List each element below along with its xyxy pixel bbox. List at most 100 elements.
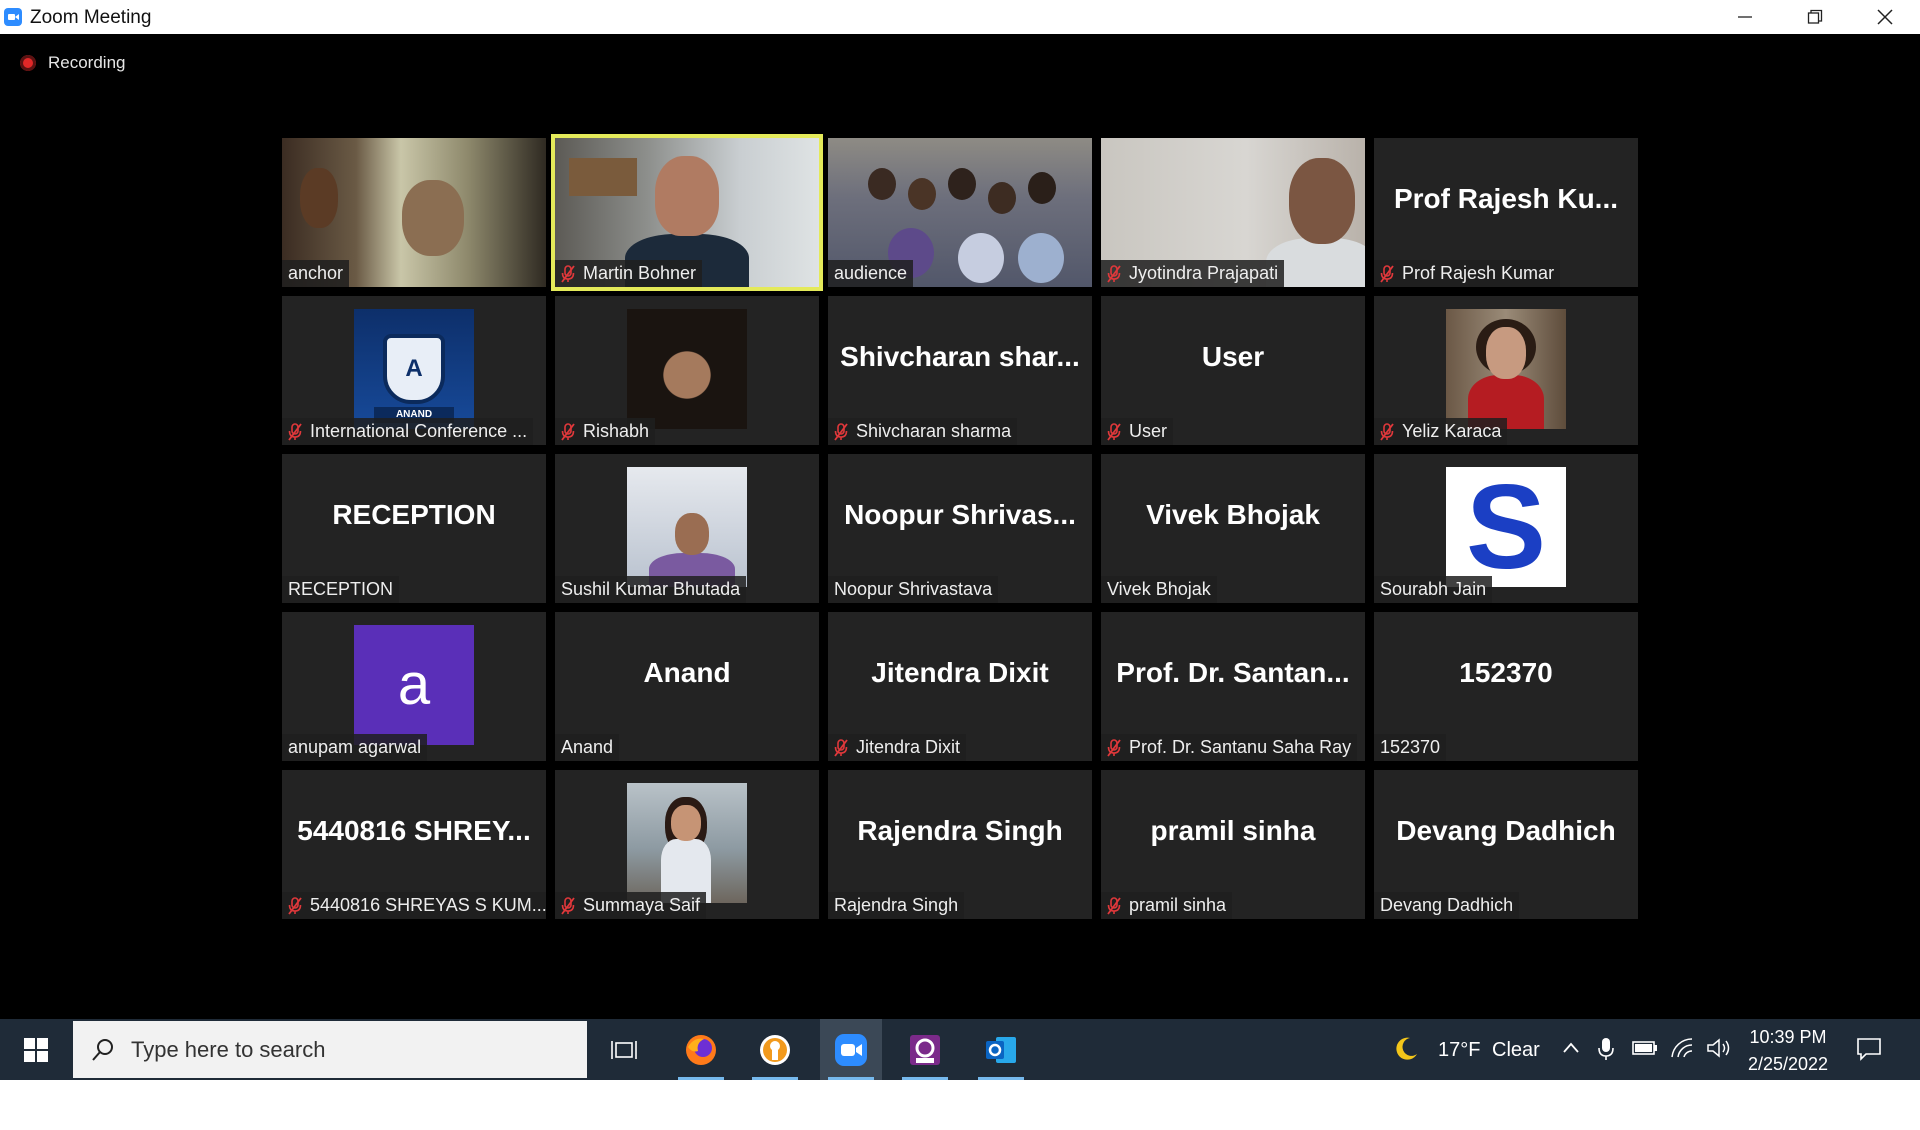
participant-name: Devang Dadhich — [1380, 895, 1514, 915]
participant-display-name: 152370 — [1459, 656, 1553, 688]
participant-tile[interactable]: Sushil Kumar Bhutada — [555, 454, 819, 603]
close-button[interactable] — [1850, 0, 1920, 34]
participant-tile[interactable]: audience — [828, 138, 1092, 287]
participant-tile[interactable]: Vivek Bhojak Vivek Bhojak — [1101, 454, 1365, 603]
participant-name: anchor — [288, 263, 344, 283]
participant-name: Rajendra Singh — [834, 895, 959, 915]
outlook-icon — [986, 1036, 1016, 1063]
participant-display-name: Anand — [643, 656, 731, 688]
firefox-icon — [686, 1034, 716, 1065]
clock[interactable]: 10:39 PM 2/25/2022 — [1740, 1023, 1836, 1077]
taskbar-firefox[interactable] — [670, 1019, 732, 1080]
muted-mic-icon — [1380, 264, 1394, 283]
muted-mic-icon — [1380, 422, 1394, 441]
network-tray-button[interactable] — [1670, 1037, 1696, 1064]
volume-tray-button[interactable] — [1706, 1037, 1732, 1064]
start-button[interactable] — [0, 1019, 72, 1080]
moon-icon — [1396, 1037, 1417, 1060]
profile-photo-avatar — [1446, 309, 1566, 429]
muted-mic-icon — [288, 422, 302, 441]
participant-tile[interactable]: User User — [1101, 296, 1365, 445]
participant-nameplate: Noopur Shrivastava — [828, 576, 999, 603]
participant-tile[interactable]: anchor — [282, 138, 546, 287]
participant-display-name: RECEPTION — [332, 498, 496, 530]
zoom-icon — [835, 1033, 867, 1066]
participant-tile[interactable]: A ANAND International Conference ... — [282, 296, 546, 445]
participant-tile[interactable]: S Sourabh Jain — [1374, 454, 1638, 603]
participant-nameplate: Jitendra Dixit — [828, 734, 967, 761]
app-circle-icon — [760, 1034, 790, 1065]
participant-tile[interactable]: Prof. Dr. Santan... Prof. Dr. Santanu Sah… — [1101, 612, 1365, 761]
profile-photo-avatar — [627, 467, 747, 587]
participant-display-name: User — [1201, 340, 1265, 372]
taskbar-zoom[interactable] — [820, 1019, 882, 1080]
participant-nameplate: audience — [828, 260, 914, 287]
muted-mic-icon — [561, 264, 575, 283]
participant-tile[interactable]: Jyotindra Prajapati — [1101, 138, 1365, 287]
minimize-button[interactable] — [1710, 0, 1780, 34]
taskbar-search-box[interactable]: Type here to search — [73, 1021, 587, 1078]
recording-indicator[interactable]: Recording — [20, 51, 126, 75]
tray-overflow-button[interactable] — [1562, 1039, 1580, 1062]
window-titlebar: Zoom Meeting — [0, 0, 1920, 34]
search-icon — [92, 1038, 113, 1061]
participant-display-name: Shivcharan shar... — [840, 340, 1080, 372]
participant-nameplate: Devang Dadhich — [1374, 892, 1520, 919]
weather-widget[interactable]: 17°F Clear — [1388, 1019, 1548, 1080]
participant-name: Anand — [561, 737, 614, 757]
participant-tile[interactable]: Jitendra Dixit Jitendra Dixit — [828, 612, 1092, 761]
participant-tile[interactable]: Anand Anand — [555, 612, 819, 761]
participant-name: Jyotindra Prajapati — [1129, 263, 1279, 283]
participant-tile[interactable]: Prof Rajesh Ku... Prof Rajesh Kumar — [1374, 138, 1638, 287]
restore-button[interactable] — [1780, 0, 1850, 34]
participant-display-name: Rajendra Singh — [857, 814, 1063, 846]
participant-tile[interactable]: 152370 152370 — [1374, 612, 1638, 761]
participant-tile[interactable]: Rajendra Singh Rajendra Singh — [828, 770, 1092, 919]
task-view-button[interactable] — [593, 1019, 655, 1080]
participant-tile[interactable]: a anupam agarwal — [282, 612, 546, 761]
meeting-view: Recording anchor Martin Bohner audience Jyo… — [0, 34, 1920, 1019]
participant-tile[interactable]: 5440816 SHREY... 5440816 SHREYAS S KUM... — [282, 770, 546, 919]
participant-nameplate: anchor — [282, 260, 350, 287]
participant-tile[interactable]: Yeliz Karaca — [1374, 296, 1638, 445]
taskbar-outlook[interactable] — [970, 1019, 1032, 1080]
participant-nameplate: Rajendra Singh — [828, 892, 965, 919]
close-icon — [1877, 9, 1893, 25]
participant-tile-active-speaker[interactable]: Martin Bohner — [551, 134, 823, 291]
muted-mic-icon — [1107, 422, 1121, 441]
muted-mic-icon — [1107, 738, 1121, 757]
battery-tray-button[interactable] — [1632, 1039, 1658, 1062]
participant-tile[interactable]: Shivcharan shar... Shivcharan sharma — [828, 296, 1092, 445]
participant-tile[interactable]: Devang Dadhich Devang Dadhich — [1374, 770, 1638, 919]
participant-tile[interactable]: Noopur Shrivas... Noopur Shrivastava — [828, 454, 1092, 603]
below-taskbar-area — [0, 1080, 1920, 1130]
weather-condition: Clear — [1492, 1039, 1540, 1061]
task-view-icon — [611, 1040, 637, 1059]
participant-nameplate: Yeliz Karaca — [1374, 418, 1508, 445]
participant-nameplate: Martin Bohner — [555, 260, 703, 287]
participant-tile[interactable]: Rishabh — [555, 296, 819, 445]
participant-tile[interactable]: Summaya Saif — [555, 770, 819, 919]
recording-dot-icon — [20, 55, 36, 71]
clock-date: 2/25/2022 — [1747, 1054, 1829, 1074]
participant-name: Jitendra Dixit — [856, 737, 961, 757]
participant-name: Prof. Dr. Santanu Saha Ray — [1129, 737, 1352, 757]
participant-display-name: Jitendra Dixit — [871, 656, 1049, 688]
participant-name: International Conference ... — [310, 421, 528, 441]
participant-tile[interactable]: RECEPTION RECEPTION — [282, 454, 546, 603]
participant-name: Noopur Shrivastava — [834, 579, 993, 599]
participant-display-name: pramil sinha — [1150, 814, 1316, 846]
muted-mic-icon — [561, 896, 575, 915]
muted-mic-icon — [834, 422, 848, 441]
taskbar-pdf-app[interactable] — [894, 1019, 956, 1080]
participant-name: audience — [834, 263, 908, 283]
taskbar-app-circle[interactable] — [744, 1019, 806, 1080]
action-center-button[interactable] — [1856, 1037, 1882, 1066]
participant-display-name: Prof Rajesh Ku... — [1393, 182, 1619, 214]
participant-tile[interactable]: pramil sinha pramil sinha — [1101, 770, 1365, 919]
microphone-tray-button[interactable] — [1598, 1037, 1614, 1066]
search-placeholder: Type here to search — [131, 1036, 326, 1062]
microphone-icon — [1598, 1038, 1614, 1060]
participant-nameplate: 5440816 SHREYAS S KUM... — [282, 892, 546, 919]
participant-name: Martin Bohner — [583, 263, 697, 283]
